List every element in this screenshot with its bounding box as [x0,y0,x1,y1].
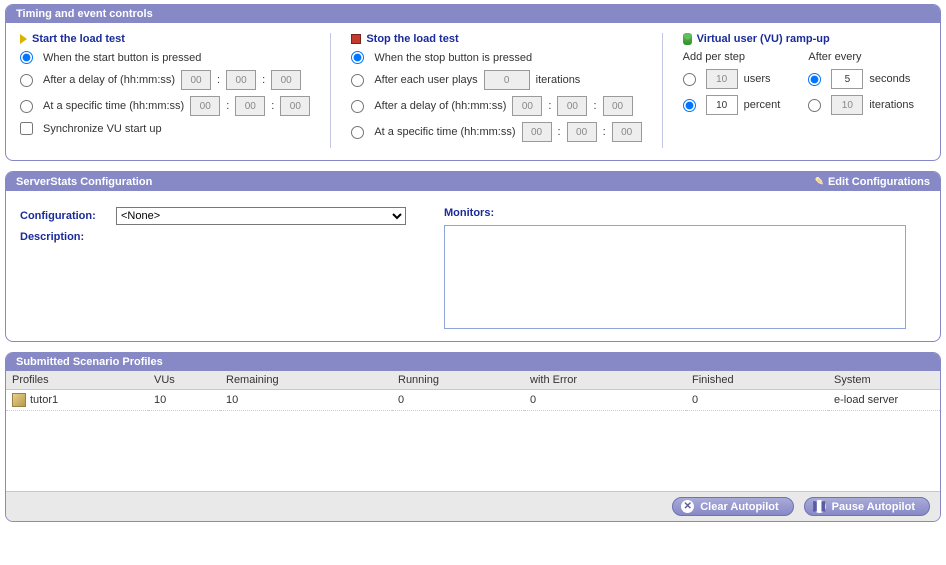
serverstats-panel: ServerStats Configuration ✎ Edit Configu… [5,171,941,342]
serverstats-panel-header: ServerStats Configuration ✎ Edit Configu… [6,172,940,191]
stop-opt-press-label: When the stop button is pressed [374,52,532,64]
edit-configurations-link[interactable]: ✎ Edit Configurations [815,175,930,188]
cell-error: 0 [524,390,686,411]
pause-icon: ❚❚ [813,500,826,513]
serverstats-panel-title: ServerStats Configuration [16,176,152,188]
profiles-header-row: Profiles VUs Remaining Running with Erro… [6,371,940,390]
play-icon [20,34,27,44]
start-opt-press-label: When the start button is pressed [43,52,201,64]
profiles-panel: Submitted Scenario Profiles Profiles VUs… [5,352,941,522]
start-sync-checkbox[interactable] [20,122,33,135]
clear-icon: ✕ [681,500,694,513]
col-profiles: Profiles [6,371,148,390]
start-delay-s[interactable] [271,70,301,90]
stop-icon [351,34,361,44]
col-running: Running [392,371,524,390]
start-delay-h[interactable] [181,70,211,90]
ramp-add-label: Add per step [683,51,781,63]
stop-opt-iter-radio[interactable] [351,74,364,87]
stop-opt-time-label: At a specific time (hh:mm:ss) [374,126,515,138]
stop-opt-iter-label: After each user plays [374,74,477,86]
start-opt-time-radio[interactable] [20,100,33,113]
cell-name: tutor1 [30,394,58,406]
stop-delay-s[interactable] [603,96,633,116]
ramp-seconds-radio[interactable] [808,73,821,86]
ramp-seconds-value[interactable] [831,69,863,89]
desc-label: Description: [20,231,110,243]
start-opt-press-radio[interactable] [20,51,33,64]
edit-configurations-label: Edit Configurations [828,176,930,188]
clear-autopilot-label: Clear Autopilot [700,501,778,513]
ramp-after-label: After every [808,51,914,63]
ramp-percent-unit: percent [744,99,781,111]
ramp-iter-value[interactable] [831,95,863,115]
profiles-footer: ✕ Clear Autopilot ❚❚ Pause Autopilot [6,491,940,521]
stop-time-m[interactable] [567,122,597,142]
ramp-section: Virtual user (VU) ramp-up Add per step u… [662,33,934,148]
cell-system: e-load server [828,390,940,411]
profiles-panel-title: Submitted Scenario Profiles [16,356,163,368]
monitors-box[interactable] [444,225,906,329]
config-label: Configuration: [20,210,110,222]
stop-opt-delay-radio[interactable] [351,100,364,113]
start-opt-delay-radio[interactable] [20,74,33,87]
stop-iter-suffix: iterations [536,74,581,86]
pencil-icon: ✎ [815,175,824,188]
pause-autopilot-label: Pause Autopilot [832,501,915,513]
ramp-percent-radio[interactable] [683,99,696,112]
cell-vus: 10 [148,390,220,411]
stop-time-s[interactable] [612,122,642,142]
start-section: Start the load test When the start butto… [20,33,330,148]
vu-icon [683,33,692,45]
stop-delay-h[interactable] [512,96,542,116]
start-time-s[interactable] [280,96,310,116]
stop-opt-time-radio[interactable] [351,126,364,139]
table-row[interactable]: tutor1 10 10 0 0 0 e-load server [6,390,940,411]
stop-title: Stop the load test [366,33,458,45]
stop-opt-press-radio[interactable] [351,51,364,64]
timing-panel-header: Timing and event controls [6,5,940,23]
stop-time-h[interactable] [522,122,552,142]
clear-autopilot-button[interactable]: ✕ Clear Autopilot [672,497,793,516]
col-error: with Error [524,371,686,390]
profiles-table: Profiles VUs Remaining Running with Erro… [6,371,940,411]
stop-section: Stop the load test When the stop button … [330,33,661,148]
start-opt-time-label: At a specific time (hh:mm:ss) [43,100,184,112]
ramp-users-value[interactable] [706,69,738,89]
start-title: Start the load test [32,33,125,45]
start-time-m[interactable] [235,96,265,116]
col-remaining: Remaining [220,371,392,390]
start-time-h[interactable] [190,96,220,116]
cell-finished: 0 [686,390,828,411]
col-system: System [828,371,940,390]
cell-running: 0 [392,390,524,411]
ramp-seconds-unit: seconds [869,73,910,85]
start-sync-label: Synchronize VU start up [43,123,162,135]
col-vus: VUs [148,371,220,390]
ramp-users-unit: users [744,73,771,85]
profiles-panel-header: Submitted Scenario Profiles [6,353,940,371]
pause-autopilot-button[interactable]: ❚❚ Pause Autopilot [804,497,930,516]
profile-icon [12,393,26,407]
ramp-users-radio[interactable] [683,73,696,86]
configuration-select[interactable]: <None> [116,207,406,225]
timing-panel-title: Timing and event controls [16,8,153,20]
ramp-percent-value[interactable] [706,95,738,115]
stop-iter-value[interactable] [484,70,530,90]
start-opt-delay-label: After a delay of (hh:mm:ss) [43,74,175,86]
ramp-iter-unit: iterations [869,99,914,111]
ramp-iter-radio[interactable] [808,99,821,112]
col-finished: Finished [686,371,828,390]
monitors-label: Monitors: [444,207,494,219]
stop-opt-delay-label: After a delay of (hh:mm:ss) [374,100,506,112]
timing-panel: Timing and event controls Start the load… [5,4,941,161]
ramp-title: Virtual user (VU) ramp-up [697,33,830,45]
start-delay-m[interactable] [226,70,256,90]
cell-remaining: 10 [220,390,392,411]
stop-delay-m[interactable] [557,96,587,116]
